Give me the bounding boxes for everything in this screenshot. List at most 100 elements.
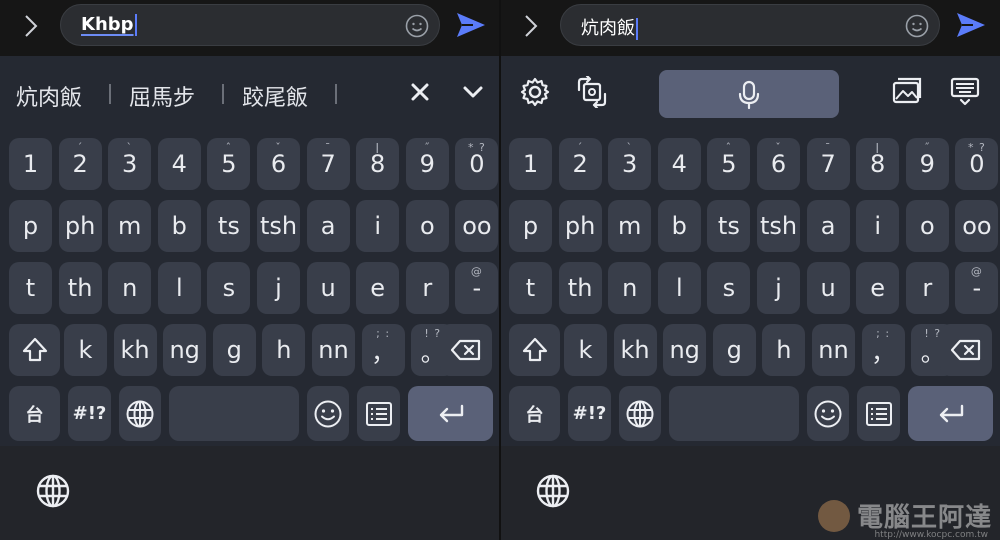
key-row1-9[interactable]: ˝ 9 xyxy=(405,138,449,190)
key-row2-3[interactable]: m xyxy=(608,200,652,252)
key-row4-3[interactable]: ng xyxy=(163,324,207,376)
key-row1-10[interactable]: * ? 0 xyxy=(455,138,499,190)
key-row2-4[interactable]: b xyxy=(157,200,201,252)
emoji-icon[interactable] xyxy=(405,14,429,38)
key-row2-1[interactable]: p xyxy=(509,200,552,252)
key-row3-7[interactable]: u xyxy=(306,262,350,314)
key-row2-4[interactable]: b xyxy=(657,200,701,252)
key-row3-4[interactable]: l xyxy=(157,262,201,314)
language-key[interactable]: 台 xyxy=(9,386,60,441)
key-row2-8[interactable]: i xyxy=(356,200,400,252)
emoji-key[interactable] xyxy=(307,386,349,441)
candidate-3[interactable]: 跤尾飯 xyxy=(242,80,308,112)
symbols-key[interactable]: #!? xyxy=(568,386,611,441)
key-row3-5[interactable]: s xyxy=(707,262,751,314)
key-row2-2[interactable]: ph xyxy=(558,200,602,252)
enter-key[interactable] xyxy=(408,386,493,441)
send-icon[interactable] xyxy=(955,11,987,39)
key-row1-2[interactable]: ˊ2 xyxy=(558,138,602,190)
key-row1-5[interactable]: ˆ5 xyxy=(707,138,751,190)
key-row3-4[interactable]: l xyxy=(657,262,701,314)
key-row2-5[interactable]: ts xyxy=(207,200,251,252)
key-row4-6[interactable]: nn xyxy=(812,324,855,376)
key-row3-3[interactable]: n xyxy=(608,262,652,314)
key-row3-7[interactable]: u xyxy=(806,262,850,314)
key-row2-9[interactable]: o xyxy=(905,200,949,252)
key-row2-7[interactable]: a xyxy=(806,200,850,252)
key-row3-6[interactable]: j xyxy=(757,262,800,314)
key-row4-7[interactable]: ; :， xyxy=(861,324,905,376)
key-row4-4[interactable]: g xyxy=(212,324,256,376)
key-row1-1[interactable]: 1 xyxy=(509,138,552,190)
emoji-icon[interactable] xyxy=(905,14,929,38)
key-row2-8[interactable]: i xyxy=(856,200,900,252)
key-row3-6[interactable]: j xyxy=(257,262,300,314)
key-row3-3[interactable]: n xyxy=(108,262,152,314)
key-row4-5[interactable]: h xyxy=(762,324,806,376)
key-row1-9[interactable]: ˝ 9 xyxy=(905,138,949,190)
close-icon[interactable] xyxy=(404,76,436,108)
key-row4-4[interactable]: g xyxy=(712,324,756,376)
key-row1-6[interactable]: ˇ6 xyxy=(757,138,800,190)
shift-key[interactable] xyxy=(9,324,60,376)
send-icon[interactable] xyxy=(455,11,487,39)
chevron-right-icon[interactable] xyxy=(22,12,40,40)
voice-input-button[interactable] xyxy=(659,70,839,118)
key-row2-6[interactable]: tsh xyxy=(757,200,800,252)
key-row3-10[interactable]: @ - xyxy=(955,262,999,314)
candidate-1[interactable]: 炕肉飯 xyxy=(16,80,82,112)
key-row3-9[interactable]: r xyxy=(405,262,449,314)
candidate-2[interactable]: 屈馬步 xyxy=(129,80,195,112)
key-row3-9[interactable]: r xyxy=(905,262,949,314)
key-row1-8[interactable]: ǀ8 xyxy=(356,138,400,190)
globe-icon[interactable] xyxy=(535,473,571,509)
phrase-list-key[interactable] xyxy=(857,386,900,441)
key-row4-2[interactable]: kh xyxy=(113,324,157,376)
key-row4-3[interactable]: ng xyxy=(663,324,707,376)
emoji-key[interactable] xyxy=(807,386,849,441)
shift-key[interactable] xyxy=(509,324,560,376)
key-row4-5[interactable]: h xyxy=(262,324,306,376)
key-row3-8[interactable]: e xyxy=(856,262,900,314)
key-row1-7[interactable]: ¯ 7 xyxy=(306,138,350,190)
globe-icon[interactable] xyxy=(35,473,71,509)
chevron-down-icon[interactable] xyxy=(457,76,489,108)
key-row4-1[interactable]: k xyxy=(64,324,107,376)
key-row4-2[interactable]: kh xyxy=(613,324,657,376)
key-row3-5[interactable]: s xyxy=(207,262,251,314)
symbols-key[interactable]: #!? xyxy=(68,386,111,441)
key-row2-9[interactable]: o xyxy=(405,200,449,252)
key-row1-7[interactable]: ¯ 7 xyxy=(806,138,850,190)
key-row2-5[interactable]: ts xyxy=(707,200,751,252)
image-icon[interactable] xyxy=(891,76,923,108)
phrase-list-key[interactable] xyxy=(357,386,400,441)
key-row1-5[interactable]: ˆ5 xyxy=(207,138,251,190)
key-row3-2[interactable]: th xyxy=(558,262,602,314)
language-key[interactable]: 台 xyxy=(509,386,560,441)
key-row3-8[interactable]: e xyxy=(356,262,400,314)
gear-icon[interactable] xyxy=(519,76,551,108)
space-key[interactable] xyxy=(169,386,299,441)
key-row3-2[interactable]: th xyxy=(58,262,102,314)
key-row1-1[interactable]: 1 xyxy=(9,138,52,190)
key-row3-1[interactable]: t xyxy=(9,262,52,314)
enter-key[interactable] xyxy=(908,386,993,441)
key-row1-3[interactable]: ˋ3 xyxy=(608,138,652,190)
key-row2-2[interactable]: ph xyxy=(58,200,102,252)
key-row1-2[interactable]: ˊ2 xyxy=(58,138,102,190)
globe-key[interactable] xyxy=(619,386,661,441)
rotate-screen-icon[interactable] xyxy=(576,76,608,108)
space-key[interactable] xyxy=(669,386,799,441)
message-input[interactable]: Khbp xyxy=(60,4,440,46)
key-row1-10[interactable]: * ? 0 xyxy=(955,138,999,190)
message-input[interactable]: 炕肉飯 xyxy=(560,4,940,46)
key-row3-10[interactable]: @ - xyxy=(455,262,499,314)
key-row1-4[interactable]: 4 xyxy=(157,138,201,190)
key-row3-1[interactable]: t xyxy=(509,262,552,314)
key-row4-6[interactable]: nn xyxy=(312,324,355,376)
key-row1-3[interactable]: ˋ3 xyxy=(108,138,152,190)
key-row4-7[interactable]: ; :， xyxy=(361,324,405,376)
key-row1-4[interactable]: 4 xyxy=(657,138,701,190)
key-row2-10[interactable]: oo xyxy=(455,200,499,252)
chevron-right-icon[interactable] xyxy=(522,12,540,40)
